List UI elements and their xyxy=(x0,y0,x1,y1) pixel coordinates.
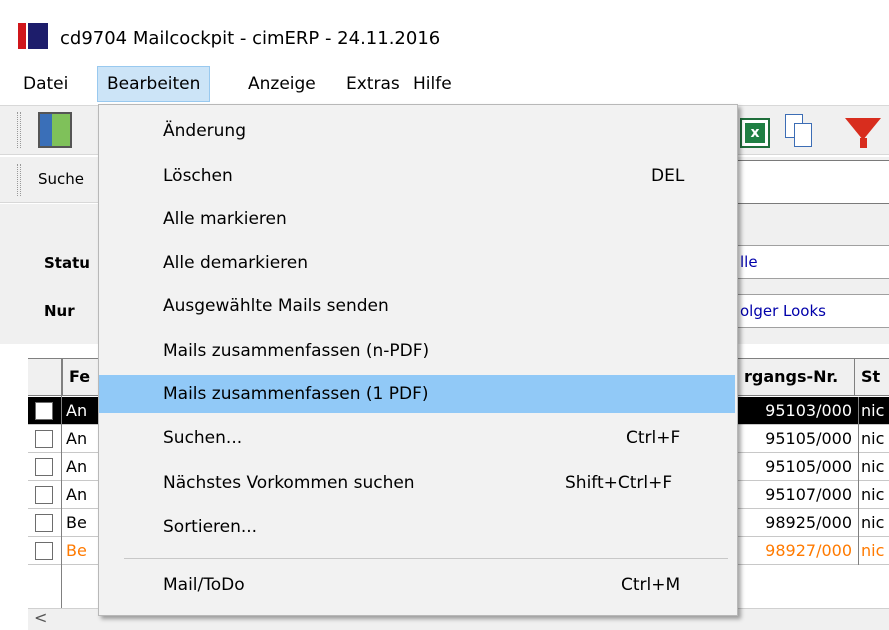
cell-vorgangs-nr: 95105/000 xyxy=(765,429,852,448)
cell-status: nic xyxy=(858,509,889,537)
cell-col1: An xyxy=(66,485,88,504)
cell-status: nic xyxy=(858,397,889,425)
copy-icon[interactable] xyxy=(785,114,813,148)
column-header-fe[interactable]: Fe xyxy=(62,358,102,396)
filter-funnel-icon[interactable] xyxy=(845,118,881,140)
cell-vorgangs-nr: 95103/000 xyxy=(765,401,852,420)
menu-item-label: Änderung xyxy=(163,121,246,141)
filter-funnel-stem xyxy=(860,138,867,148)
cell-status: nic xyxy=(858,537,889,565)
nur-label: Nur xyxy=(44,302,75,320)
column-header-vorgangs-nr[interactable]: rgangs-Nr. xyxy=(737,358,854,396)
row-checkbox[interactable] xyxy=(35,514,53,532)
menu-item-alle-demarkieren[interactable]: Alle demarkieren xyxy=(99,244,735,282)
row-checkbox[interactable] xyxy=(35,402,53,420)
menu-item-label: Suchen... xyxy=(163,428,243,448)
cell-status: nic xyxy=(858,453,889,481)
cell-col1: An xyxy=(66,457,88,476)
searchbar-grip[interactable] xyxy=(17,164,21,196)
menu-item-label: Ausgewählte Mails senden xyxy=(163,296,389,316)
column-header-status[interactable]: St xyxy=(854,358,889,396)
cell-status: nic xyxy=(858,425,889,453)
row-checkbox[interactable] xyxy=(35,486,53,504)
excel-export-icon[interactable]: x xyxy=(740,118,770,148)
row-checkbox[interactable] xyxy=(35,542,53,560)
menu-item-label: Alle markieren xyxy=(163,209,287,229)
cell-vorgangs-nr: 95107/000 xyxy=(765,485,852,504)
status-label: Statu xyxy=(44,254,90,272)
menu-item-shortcut: Shift+Ctrl+F xyxy=(565,473,673,493)
menu-item-naechstes-suchen[interactable]: Nächstes Vorkommen suchen Shift+Ctrl+F xyxy=(99,464,735,502)
row-checkbox[interactable] xyxy=(35,430,53,448)
menu-item-suchen[interactable]: Suchen... Ctrl+F xyxy=(99,419,735,457)
menu-bearbeiten[interactable]: Bearbeiten xyxy=(97,66,211,102)
exit-door-icon[interactable] xyxy=(38,112,72,148)
menu-item-sortieren[interactable]: Sortieren... xyxy=(99,508,735,546)
menu-separator xyxy=(124,558,728,559)
status-field[interactable]: lle xyxy=(735,245,889,279)
cell-vorgangs-nr: 95105/000 xyxy=(765,457,852,476)
cell-col1: An xyxy=(66,429,88,448)
toolbar-grip[interactable] xyxy=(17,112,21,148)
menu-datei[interactable]: Datei xyxy=(14,66,77,102)
menu-anzeige[interactable]: Anzeige xyxy=(239,66,325,102)
menu-item-label: Mails zusammenfassen (n-PDF) xyxy=(163,341,430,361)
cell-col1: Be xyxy=(66,541,87,560)
cell-vorgangs-nr: 98925/000 xyxy=(765,513,852,532)
menu-item-loeschen[interactable]: Löschen DEL xyxy=(99,157,735,195)
window-title: cd9704 Mailcockpit - cimERP - 24.11.2016 xyxy=(60,28,441,49)
menu-extras[interactable]: Extras xyxy=(337,66,409,102)
scroll-left-icon[interactable]: < xyxy=(34,608,47,627)
menu-item-label: Alle demarkieren xyxy=(163,253,309,273)
menu-item-aenderung[interactable]: Änderung xyxy=(99,112,735,150)
menu-item-shortcut: Ctrl+F xyxy=(626,428,681,448)
menu-hilfe[interactable]: Hilfe xyxy=(404,66,461,102)
menu-item-label: Mail/ToDo xyxy=(163,575,245,595)
menu-item-alle-markieren[interactable]: Alle markieren xyxy=(99,200,735,238)
cell-vorgangs-nr: 98927/000 xyxy=(765,541,852,560)
menu-item-shortcut: Ctrl+M xyxy=(621,575,681,595)
menu-item-label: Sortieren... xyxy=(163,517,258,537)
cell-status: nic xyxy=(858,481,889,509)
row-checkbox[interactable] xyxy=(35,458,53,476)
menu-item-shortcut: DEL xyxy=(651,166,685,186)
menu-item-label: Löschen xyxy=(163,166,233,186)
cell-col1: An xyxy=(66,401,88,420)
search-label: Suche xyxy=(38,170,85,188)
menu-item-mail-todo[interactable]: Mail/ToDo Ctrl+M xyxy=(99,566,735,604)
menu-item-label: Nächstes Vorkommen suchen xyxy=(163,473,415,493)
cell-col1: Be xyxy=(66,513,87,532)
menu-item-label: Mails zusammenfassen (1 PDF) xyxy=(163,384,429,404)
menu-item-mails-senden[interactable]: Ausgewählte Mails senden xyxy=(99,287,735,325)
menu-item-zusammenfassen-1-pdf[interactable]: Mails zusammenfassen (1 PDF) xyxy=(99,375,735,413)
app-logo-icon xyxy=(18,23,48,49)
menu-item-zusammenfassen-n-pdf[interactable]: Mails zusammenfassen (n-PDF) xyxy=(99,332,735,370)
search-input[interactable] xyxy=(735,160,889,204)
nur-field[interactable]: olger Looks xyxy=(735,294,889,328)
